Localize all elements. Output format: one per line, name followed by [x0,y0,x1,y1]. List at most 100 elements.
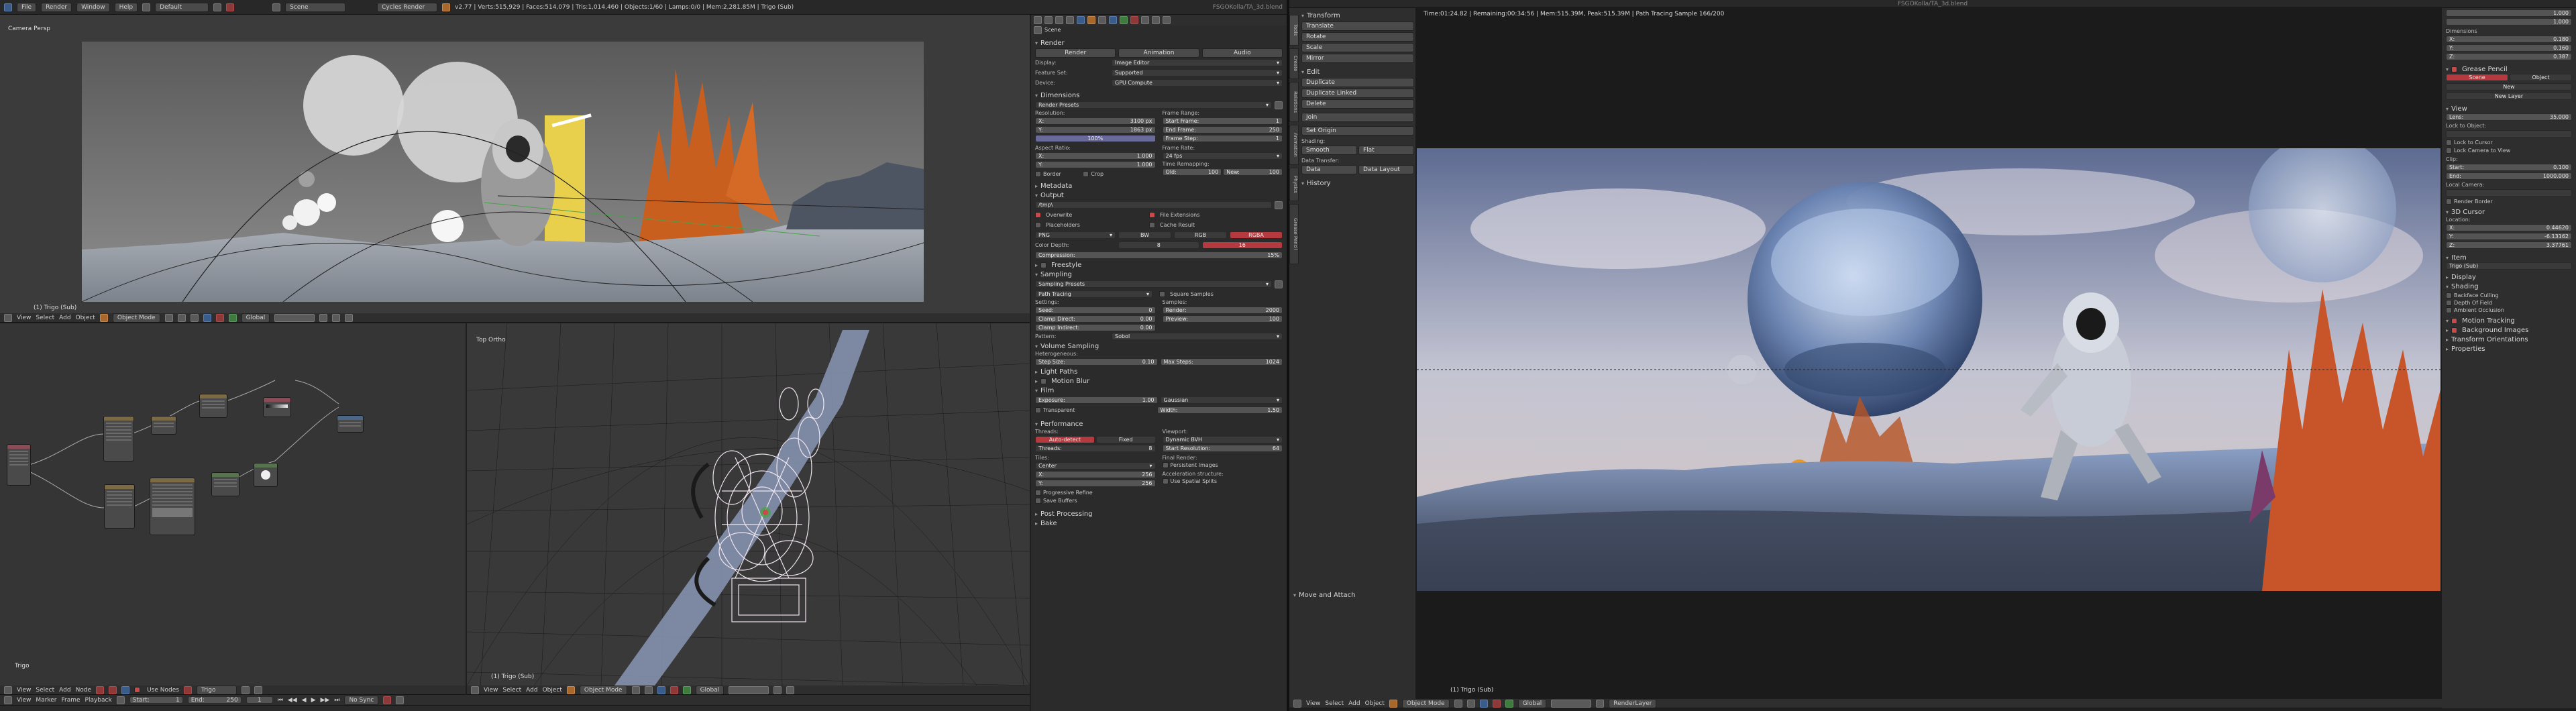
threads-count-field[interactable]: Threads: 8 [1035,445,1156,452]
post-processing-panel-header[interactable]: Post Processing [1031,509,1287,518]
add-preset-icon[interactable] [1275,101,1283,109]
set-origin-button[interactable]: Set Origin [1301,126,1414,135]
render-panel-header[interactable]: Render [1031,38,1287,48]
transparent-checkbox[interactable] [1035,407,1041,413]
current-frame-field[interactable]: 1 [246,696,273,704]
material-selector[interactable]: Trigo [196,686,237,694]
item-panel-header[interactable]: Item [2446,253,2572,262]
dof-checkbox[interactable] [2446,300,2452,306]
progressive-checkbox[interactable] [1035,490,1041,496]
snap-icon[interactable] [332,313,341,322]
scale-icon[interactable] [1505,699,1513,708]
render-tab-icon[interactable] [1044,16,1053,24]
pivot-icon[interactable] [177,313,186,322]
play-reverse-icon[interactable]: ◀ [302,697,307,704]
menu-view[interactable]: View [1306,700,1320,707]
scale-icon[interactable] [682,686,691,694]
rotate-button[interactable]: Rotate [1301,32,1414,42]
translate-icon[interactable] [203,313,211,322]
lock-object-field[interactable] [2446,130,2572,138]
engine-selector[interactable]: Cycles Render [377,2,438,12]
folder-icon[interactable] [1275,201,1283,209]
filter-width-field[interactable]: Width: 1.50 [1157,406,1283,414]
integrator-dropdown[interactable]: Path Tracing ▾ [1035,290,1152,298]
menu-file[interactable]: File [17,2,37,12]
gp-new-layer-button[interactable]: New Layer [2446,93,2572,100]
frame-step-field[interactable]: Frame Step: 1 [1162,135,1283,142]
history-panel-header[interactable]: History [1301,178,1414,188]
gp-object-button[interactable]: Object [2510,74,2572,81]
menu-help[interactable]: Help [114,2,138,12]
data-tab-icon[interactable] [1120,16,1128,24]
translate-button[interactable]: Translate [1301,21,1414,31]
tile-order-dropdown[interactable]: Center ▾ [1035,462,1156,470]
scene-tab-icon[interactable] [1066,16,1074,24]
local-camera-field[interactable] [2446,189,2572,197]
record-icon[interactable] [383,696,392,704]
layout-selector[interactable]: Default [155,2,209,12]
shader-type-icon[interactable] [96,686,105,694]
image-texture-node[interactable] [103,416,134,461]
menu-select[interactable]: Select [502,687,521,694]
close-layout-icon[interactable] [226,3,235,11]
menu-node[interactable]: Node [76,687,92,694]
lock-cursor-checkbox[interactable] [2446,140,2452,146]
emission-node[interactable] [254,463,278,487]
render-presets-dropdown[interactable]: Render Presets ▾ [1035,101,1272,109]
menu-add[interactable]: Add [526,687,537,694]
constraints-tab-icon[interactable] [1098,16,1106,24]
mode-selector[interactable]: Object Mode [112,313,160,322]
scale-y-field[interactable]: 1.000 [2446,9,2572,17]
camera-viewport[interactable]: Camera Persp (1) Trigo (Sub) [0,15,1030,313]
volume-sampling-panel-header[interactable]: Volume Sampling [1031,341,1287,351]
editor-type-icon[interactable] [4,313,12,322]
background-images-checkbox[interactable] [2451,327,2458,333]
render-samples-field[interactable]: Render: 2000 [1162,307,1283,314]
editor-type-icon[interactable] [4,696,12,704]
edit-panel-header[interactable]: Edit [1301,67,1414,76]
use-nodes-checkbox[interactable] [134,687,141,693]
scale-button[interactable]: Scale [1301,43,1414,52]
preview-range-icon[interactable] [116,696,125,704]
material-output-node[interactable] [337,415,364,433]
exposure-field[interactable]: Exposure: 1.00 [1035,396,1158,404]
shading-panel-header[interactable]: Shading [2446,282,2572,291]
object-type-icon[interactable] [109,686,117,694]
clamp-direct-field[interactable]: Clamp Direct: 0.00 [1035,315,1156,323]
jump-end-icon[interactable]: ⏭ [334,697,339,704]
display-panel-header[interactable]: Display [2446,272,2572,282]
clamp-indirect-field[interactable]: Clamp Indirect: 0.00 [1035,324,1156,331]
render-preview-icon[interactable] [786,686,795,694]
mapping-node[interactable] [151,416,176,435]
step-size-field[interactable]: Step Size: 0.10 [1035,358,1158,366]
dim-y-field[interactable]: Y: 0.160 [2446,44,2572,52]
menu-object[interactable]: Object [1365,700,1385,707]
rotate-icon[interactable] [669,686,678,694]
tab-animation[interactable]: Animation [1289,125,1299,165]
menu-view[interactable]: View [17,697,31,704]
border-checkbox[interactable] [1035,171,1041,177]
transform-orientations-panel-header[interactable]: Transform Orientations [2446,335,2572,344]
persistent-checkbox[interactable] [1162,462,1169,468]
filter-dropdown[interactable]: Gaussian ▾ [1160,396,1283,404]
end-frame-field[interactable]: End Frame: 250 [1162,126,1283,133]
motion-blur-panel-header[interactable]: Motion Blur [1031,376,1287,386]
modifiers-tab-icon[interactable] [1109,16,1117,24]
clip-start-field[interactable]: Start: 0.100 [2446,164,2572,171]
object-tab-icon[interactable] [1087,16,1095,24]
start-resolution-field[interactable]: Start Resolution: 64 [1162,445,1283,452]
duplicate-button[interactable]: Duplicate [1301,78,1414,87]
tab-tools[interactable]: Tools [1289,15,1299,46]
motion-tracking-checkbox[interactable] [2451,317,2458,324]
lock-icon[interactable] [319,313,328,322]
menu-render[interactable]: Render [41,2,72,12]
snap-icon[interactable] [773,686,782,694]
menu-playback[interactable]: Playback [85,697,112,704]
menu-view[interactable]: View [17,687,31,694]
cache-result-checkbox[interactable] [1149,222,1155,228]
rotate-icon[interactable] [215,313,224,322]
move-attach-panel-header[interactable]: Move and Attach [1293,590,1355,600]
duplicate-linked-button[interactable]: Duplicate Linked [1301,89,1414,98]
tab-grease-pencil[interactable]: Grease Pencil [1289,204,1299,264]
time-remap-new-field[interactable]: New: 100 [1223,168,1283,176]
